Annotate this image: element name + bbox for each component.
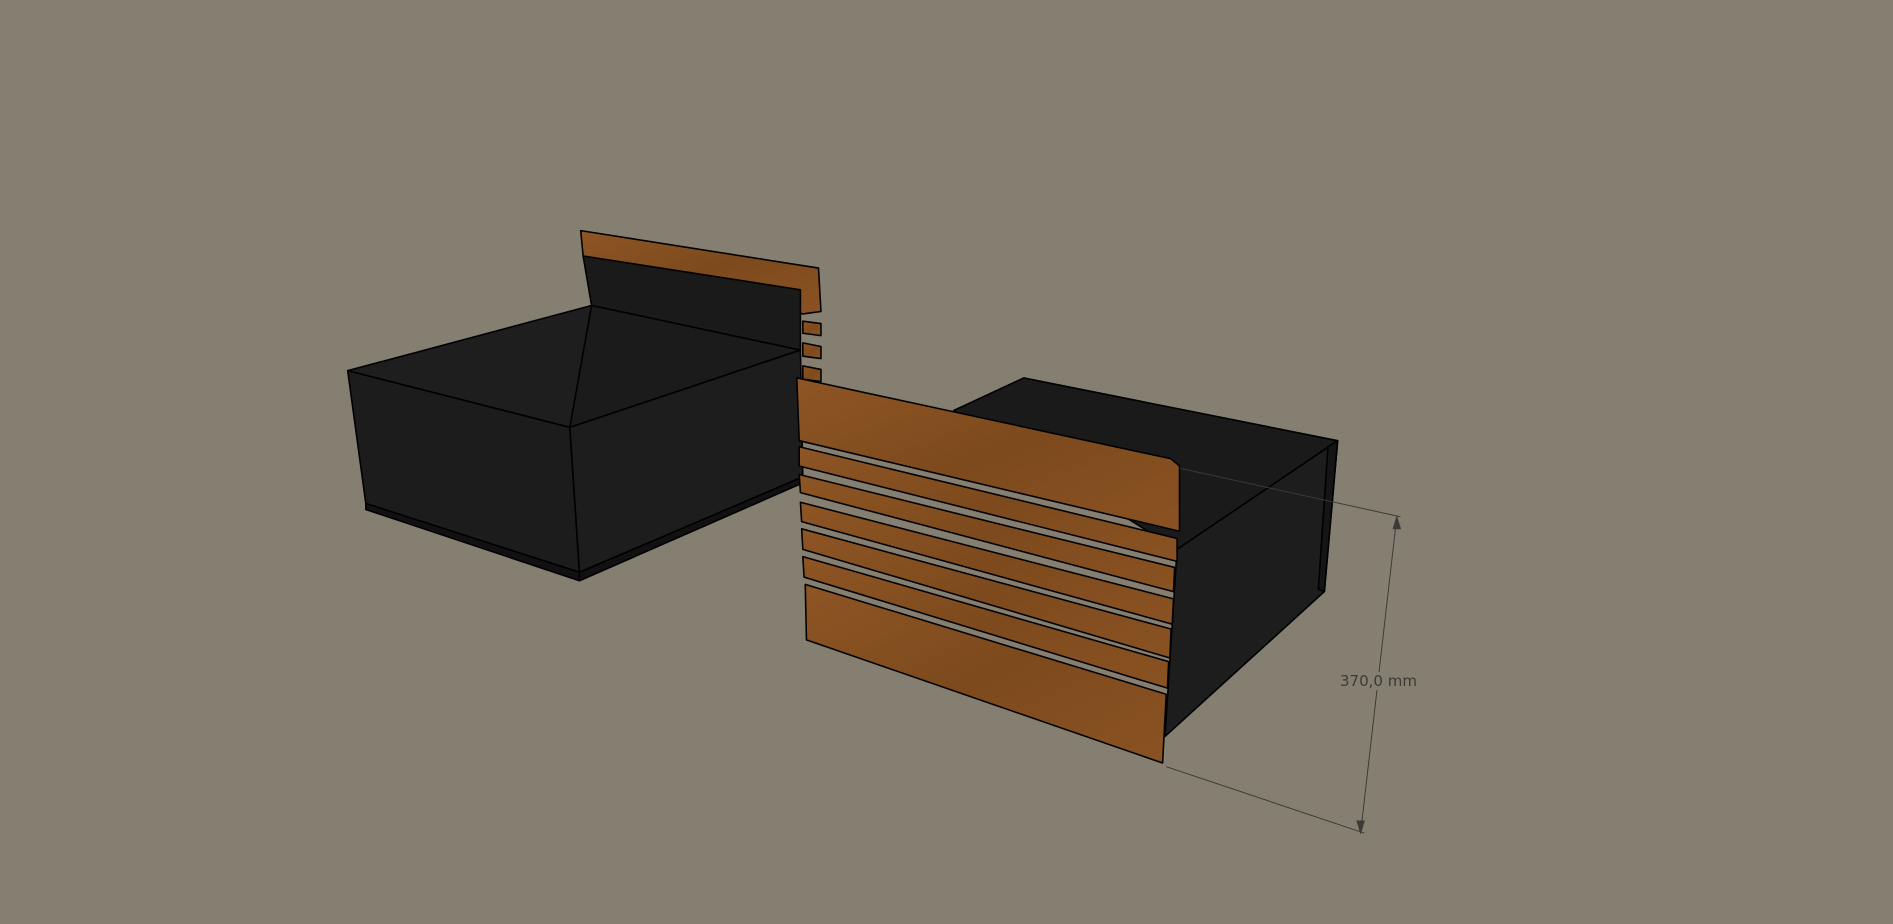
dimension-label: 370,0 mm (1338, 672, 1419, 690)
model-canvas[interactable] (0, 0, 1893, 920)
left-drawer-box[interactable] (346, 255, 804, 582)
3d-model-viewport[interactable]: 370,0 mm (0, 0, 1893, 920)
